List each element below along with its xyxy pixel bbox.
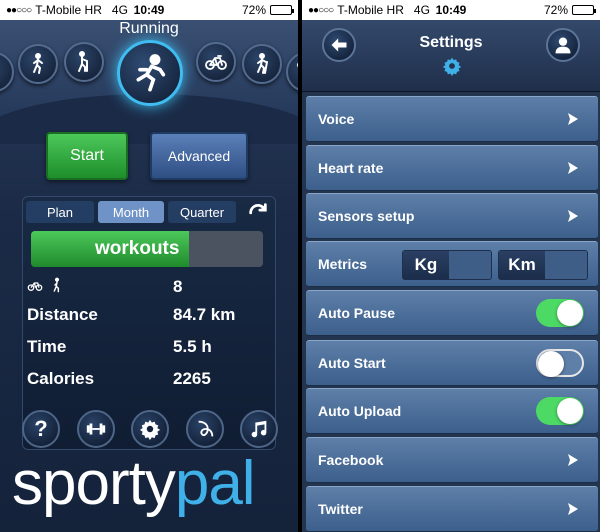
cycling-icon (205, 55, 227, 70)
logo-text-2: pal (174, 449, 256, 518)
route-icon (198, 420, 213, 437)
sport-title: Running (119, 20, 179, 37)
chevron-right-icon (568, 162, 578, 174)
row-label-heart-rate: Heart rate (318, 160, 384, 176)
settings-screen: ●●○○○ T-Mobile HR 4G 10:49 72% Settings … (302, 0, 600, 532)
settings-row-heart-rate[interactable]: Heart rate (306, 145, 598, 191)
stat-value-workouts: 8 (173, 277, 183, 296)
sport-cycling-button[interactable] (196, 42, 236, 82)
battery-icon (270, 5, 294, 15)
row-label-voice: Voice (318, 111, 355, 127)
row-label-twitter: Twitter (318, 501, 363, 517)
user-icon (555, 37, 571, 54)
tab-quarter[interactable]: Quarter (168, 201, 236, 223)
stat-label-distance: Distance (27, 305, 98, 324)
music-button[interactable] (240, 410, 278, 448)
metrics-distance-selector[interactable]: Km (498, 250, 588, 280)
status-bar: ●●○○○ T-Mobile HR 4G 10:49 72% (302, 0, 600, 20)
settings-row-facebook[interactable]: Facebook (306, 437, 598, 483)
row-label-auto-start: Auto Start (318, 355, 386, 371)
signal-strength: ●●○○○ (308, 4, 334, 16)
chevron-right-icon (568, 503, 578, 515)
sport-walking-button-2[interactable] (18, 44, 58, 84)
settings-row-auto-start: Auto Start (306, 340, 598, 386)
logo-text-1: sporty (12, 449, 176, 518)
stat-label-time: Time (27, 337, 67, 356)
selected-sport-running-button[interactable] (117, 40, 183, 106)
gear-icon (139, 419, 161, 440)
walking-icon (0, 60, 6, 84)
tab-plan[interactable]: Plan (26, 201, 94, 223)
row-label-auto-pause: Auto Pause (318, 305, 396, 321)
carrier-name: T-Mobile HR (35, 3, 102, 17)
help-button[interactable]: ? (22, 410, 60, 448)
stat-row-workouts: 8 (27, 277, 267, 297)
metrics-weight-value: Kg (403, 251, 449, 279)
settings-row-metrics: Metrics Kg Km (306, 241, 598, 287)
help-icon: ? (34, 416, 48, 441)
running-icon (297, 62, 298, 68)
start-button[interactable]: Start (46, 132, 128, 180)
hiking-icon (257, 53, 268, 74)
sportypal-logo: sportypal (12, 448, 256, 519)
battery-percent: 72% (543, 3, 568, 17)
battery-icon (572, 5, 596, 15)
dumbbell-icon (86, 423, 105, 435)
auto-pause-toggle[interactable] (536, 299, 584, 327)
metrics-weight-selector[interactable]: Kg (402, 250, 492, 280)
settings-row-twitter[interactable]: Twitter (306, 486, 598, 532)
redo-icon[interactable] (247, 200, 269, 222)
carrier-name: T-Mobile HR (337, 3, 404, 17)
row-label-metrics: Metrics (318, 256, 368, 272)
battery-percent: 72% (241, 3, 266, 17)
network-type: 4G (413, 3, 430, 17)
stat-row-calories: Calories 2265 (27, 369, 267, 389)
settings-row-sensors-setup[interactable]: Sensors setup (306, 193, 598, 239)
nordic-walking-icon (78, 51, 88, 72)
progress-label: workouts (95, 238, 180, 259)
sport-hiking-button[interactable] (242, 44, 282, 84)
sport-nordic-walking-button[interactable] (64, 42, 104, 82)
walking-icon (53, 277, 60, 293)
chevron-right-icon (568, 454, 578, 466)
running-icon (136, 54, 166, 92)
row-label-facebook: Facebook (318, 452, 384, 468)
workout-button[interactable] (76, 410, 115, 448)
stat-value-time: 5.5 h (173, 337, 212, 356)
cycling-icon (27, 282, 43, 291)
auto-upload-toggle[interactable] (536, 397, 584, 425)
settings-row-auto-upload: Auto Upload (306, 388, 598, 434)
settings-row-voice[interactable]: Voice (306, 96, 598, 142)
gear-icon (442, 57, 462, 76)
stat-value-calories: 2265 (173, 369, 211, 388)
auto-start-toggle[interactable] (536, 349, 584, 377)
metrics-distance-value: Km (499, 251, 545, 279)
route-button[interactable] (185, 410, 224, 448)
network-type: 4G (111, 3, 128, 17)
stat-row-time: Time 5.5 h (27, 337, 267, 357)
stat-row-distance: Distance 84.7 km (27, 305, 267, 325)
stat-label-calories: Calories (27, 369, 95, 388)
walking-icon (33, 53, 43, 74)
music-icon (251, 420, 267, 438)
chevron-right-icon (568, 113, 578, 125)
bottom-toolbar: ? (22, 410, 278, 448)
row-label-auto-upload: Auto Upload (318, 403, 402, 419)
tab-month[interactable]: Month (98, 201, 164, 223)
chevron-right-icon (568, 210, 578, 222)
profile-button[interactable] (546, 28, 580, 62)
row-label-sensors-setup: Sensors setup (318, 208, 415, 224)
period-tabs: Plan Month Quarter (26, 201, 236, 223)
settings-row-auto-pause: Auto Pause (306, 290, 598, 336)
signal-strength: ●●○○○ (6, 4, 32, 16)
advanced-button[interactable]: Advanced (150, 132, 248, 180)
workouts-progress-bar: workouts (31, 231, 263, 267)
settings-button[interactable] (131, 410, 169, 448)
stat-value-distance: 84.7 km (173, 305, 236, 324)
running-screen: ●●○○○ T-Mobile HR 4G 10:49 72% Running S… (0, 0, 298, 532)
status-bar: ●●○○○ T-Mobile HR 4G 10:49 72% (0, 0, 298, 20)
